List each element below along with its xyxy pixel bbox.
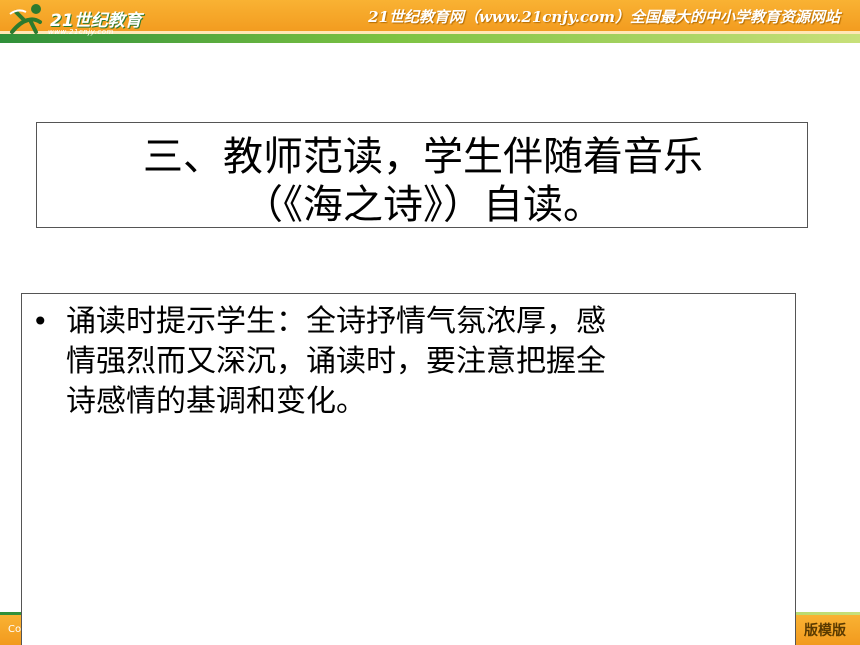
bullet-line-3: 诗感情的基调和变化。 [66,384,366,419]
content-box: • 诵读时提示学生：全诗抒情气氛浓厚，感 情强烈而又深沉，诵读时，要注意把握全 … [21,293,796,645]
bullet-line-1: 诵读时提示学生：全诗抒情气氛浓厚，感 [66,304,606,339]
title-line-1: 三、教师范读，学生伴随着音乐 [143,134,703,180]
bullet-icon: • [32,305,49,338]
slide-page: 21世纪教育 www.21cnjy.com 21世纪教育网（www.21cnjy… [0,0,860,645]
bullet-line-2: 情强烈而又深沉，诵读时，要注意把握全 [66,344,606,379]
title-box: 三、教师范读，学生伴随着音乐 （《海之诗》）自读。 [36,122,808,228]
footer-left-text: Co [8,624,22,635]
slide-title: 三、教师范读，学生伴随着音乐 （《海之诗》）自读。 [37,133,809,229]
bullet-text: 诵读时提示学生：全诗抒情气氛浓厚，感 情强烈而又深沉，诵读时，要注意把握全 诗感… [66,302,766,422]
header-slogan: 21世纪教育网（www.21cnjy.com）全国最大的中小学教育资源网站 [368,8,840,26]
runner-logo-icon [9,4,42,34]
title-line-2: （《海之诗》）自读。 [243,182,603,228]
footer-right-text: 版模版 [804,623,846,639]
site-logo[interactable]: 21世纪教育 www.21cnjy.com [6,2,156,40]
logo-url: www.21cnjy.com [48,28,114,36]
